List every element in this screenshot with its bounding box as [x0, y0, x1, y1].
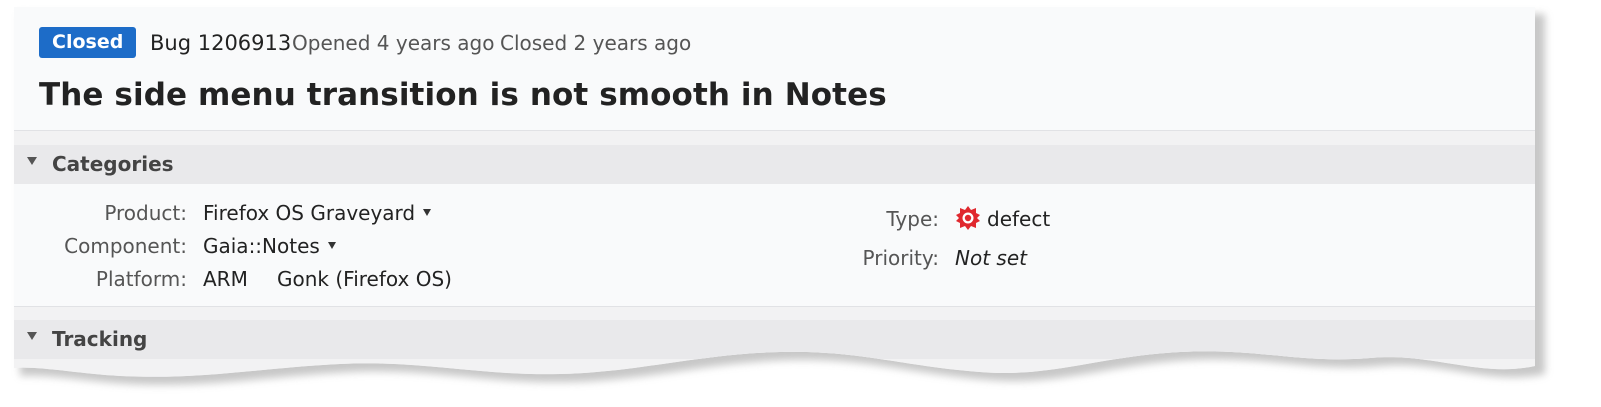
bug-page: Closed Bug 1206913 Opened 4 years ago Cl…	[14, 7, 1535, 387]
status-badge: Closed	[39, 27, 136, 58]
collapse-triangle-icon	[27, 332, 37, 340]
type-value: defect	[987, 207, 1051, 231]
bug-header: Closed Bug 1206913 Opened 4 years ago Cl…	[14, 7, 1535, 131]
platform-label: Platform:	[95, 267, 187, 291]
product-value: Firefox OS Graveyard	[203, 201, 416, 225]
product-label: Product:	[104, 201, 187, 225]
bug-defect-icon	[955, 205, 981, 231]
categories-body: Product: Firefox OS Graveyard Component:…	[14, 184, 1535, 307]
bug-id[interactable]: Bug 1206913	[150, 28, 291, 58]
torn-paper-frame: Closed Bug 1206913 Opened 4 years ago Cl…	[0, 0, 1601, 407]
chevron-down-icon	[423, 209, 431, 216]
tracking-section-label: Tracking	[52, 327, 148, 351]
type-value-container[interactable]: defect	[955, 205, 1050, 233]
priority-label: Priority:	[862, 246, 939, 270]
platform-os[interactable]: Gonk (Firefox OS)	[277, 265, 452, 293]
categories-section-label: Categories	[52, 152, 174, 176]
collapse-triangle-icon	[27, 157, 37, 165]
component-value: Gaia::Notes	[203, 234, 320, 258]
priority-value[interactable]: Not set	[955, 244, 1027, 272]
component-dropdown[interactable]: Gaia::Notes	[203, 232, 336, 260]
categories-section-toggle[interactable]: Categories	[14, 145, 1535, 184]
type-label: Type:	[886, 207, 939, 231]
closed-time[interactable]: Closed 2 years ago	[500, 29, 691, 57]
opened-time[interactable]: Opened 4 years ago	[292, 29, 494, 57]
product-dropdown[interactable]: Firefox OS Graveyard	[203, 199, 431, 227]
platform-hardware[interactable]: ARM	[203, 265, 248, 293]
component-label: Component:	[64, 234, 187, 258]
chevron-down-icon	[328, 242, 336, 249]
bug-title: The side menu transition is not smooth i…	[39, 77, 887, 113]
